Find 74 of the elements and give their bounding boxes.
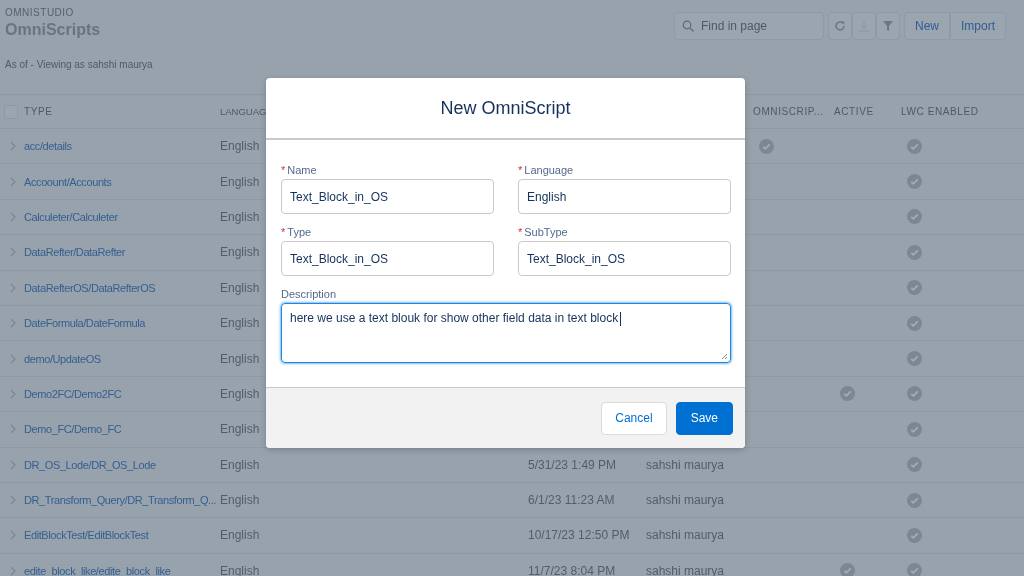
table-cell-text: English	[220, 493, 261, 508]
field-label: Description	[281, 288, 337, 300]
table-cell-text: English	[220, 245, 261, 260]
filter-button[interactable]	[875, 12, 900, 40]
table-cell-text: English	[220, 139, 261, 154]
modal-title: New OmniScript	[440, 97, 571, 119]
chevron-right-icon[interactable]	[10, 141, 16, 152]
required-mark: *	[281, 164, 286, 176]
input-field[interactable]: Text_Block_in_OS	[281, 241, 494, 276]
resize-handle-icon[interactable]	[721, 353, 728, 360]
type-link[interactable]: DataRefterOS/DataRefterOS	[24, 281, 220, 294]
column-header[interactable]: TYPE	[24, 106, 220, 117]
chevron-right-icon[interactable]	[10, 565, 16, 576]
field-label: Language	[524, 164, 574, 176]
chevron-right-icon[interactable]	[10, 176, 16, 187]
table-cell-text: English	[220, 386, 261, 401]
filter-icon	[881, 20, 894, 32]
chevron-right-icon[interactable]	[10, 495, 16, 506]
refresh-button[interactable]	[827, 12, 852, 40]
table-cell-text: English	[220, 422, 261, 437]
type-link[interactable]: acc/details	[24, 140, 220, 153]
type-link[interactable]: DR_OS_Lode/DR_OS_Lode	[24, 458, 220, 471]
type-link[interactable]: Calculeter/Calculeter	[24, 210, 220, 223]
required-mark: *	[518, 164, 523, 176]
column-header[interactable]: ACTIVE	[834, 106, 901, 117]
chevron-right-icon[interactable]	[10, 318, 16, 329]
column-header[interactable]: OMNISCRIP...	[753, 106, 834, 117]
new-button[interactable]: New	[903, 12, 950, 40]
chevron-right-icon[interactable]	[10, 530, 16, 541]
table-cell-text: sahshi maurya	[646, 493, 726, 508]
type-link[interactable]: DataRefter/DataRefter	[24, 246, 220, 259]
table-cell-text: English	[220, 528, 261, 543]
column-header[interactable]: LWC ENABLED	[901, 106, 1001, 117]
field-label: Type	[287, 226, 312, 238]
table-cell-text: 5/31/23 1:49 PM	[528, 457, 618, 472]
field-label: SubType	[524, 226, 568, 238]
cancel-button[interactable]: Cancel	[601, 401, 667, 435]
import-button[interactable]: Import	[950, 12, 1006, 40]
save-button[interactable]: Save	[675, 401, 733, 435]
table-cell-text: English	[220, 209, 261, 224]
chevron-right-icon[interactable]	[10, 353, 16, 364]
table-cell-text: English	[220, 174, 261, 189]
refresh-icon	[833, 20, 846, 32]
input-field[interactable]: Text_Block_in_OS	[281, 179, 494, 214]
description-field[interactable]: here we use a text blouk for show other field data in text block	[281, 303, 731, 363]
chevron-right-icon[interactable]	[10, 424, 16, 435]
chevron-right-icon[interactable]	[10, 388, 16, 399]
type-link[interactable]: Demo_FC/Demo_FC	[24, 423, 220, 436]
search-icon	[681, 20, 694, 32]
table-cell-text: 6/1/23 11:23 AM	[528, 493, 616, 508]
type-link[interactable]: Accoount/Accounts	[24, 175, 220, 188]
input-field[interactable]: English	[518, 179, 731, 214]
chevron-right-icon[interactable]	[10, 211, 16, 222]
table-cell-text: 10/17/23 12:50 PM	[528, 528, 631, 543]
table-cell-text: 11/7/23 8:04 PM	[528, 563, 617, 576]
field-label: Name	[287, 164, 317, 176]
table-cell-text: sahshi maurya	[646, 528, 726, 543]
type-link[interactable]: Demo2FC/Demo2FC	[24, 387, 220, 400]
type-link[interactable]: DateFormula/DateFormula	[24, 317, 220, 330]
page-subtitle: As of - Viewing as sahshi maurya	[5, 59, 153, 70]
input-field[interactable]: Text_Block_in_OS	[518, 241, 731, 276]
chevron-right-icon[interactable]	[10, 282, 16, 293]
required-mark: *	[518, 226, 523, 238]
chevron-right-icon[interactable]	[10, 459, 16, 470]
type-link[interactable]: EditBlockTest/EditBlockTest	[24, 529, 220, 542]
app-label: OMNISTUDIO	[5, 7, 75, 18]
type-link[interactable]: demo/UpdateOS	[24, 352, 220, 365]
type-link[interactable]: DR_Transform_Query/DR_Transform_Q...	[24, 494, 220, 507]
table-cell-text: English	[220, 351, 261, 366]
search-field[interactable]: Find in page	[673, 12, 824, 40]
chevron-right-icon[interactable]	[10, 247, 16, 258]
table-cell-text: English	[220, 457, 261, 472]
table-cell-text: sahshi maurya	[646, 457, 726, 472]
required-mark: *	[281, 226, 286, 238]
